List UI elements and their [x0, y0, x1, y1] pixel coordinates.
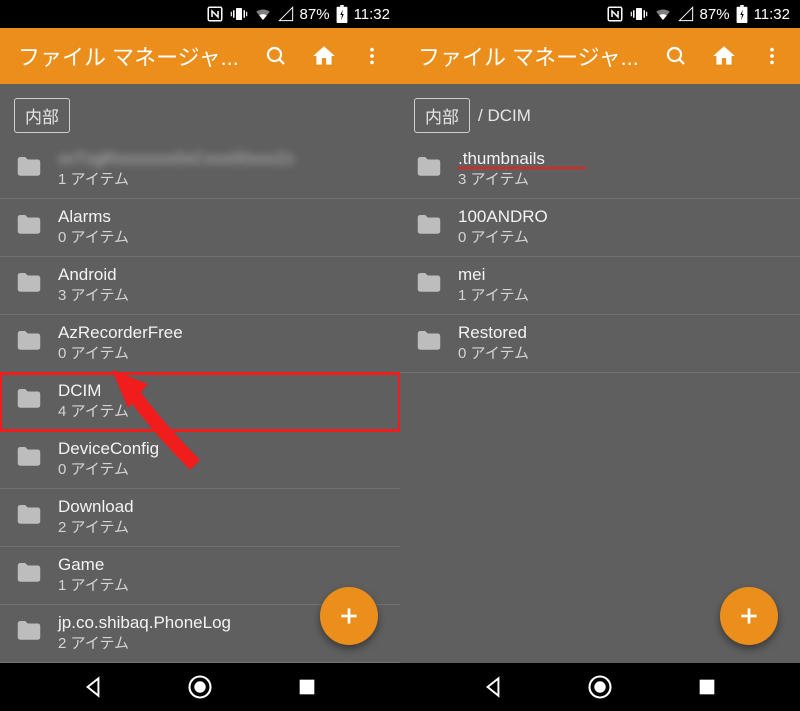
vibrate-icon: [630, 5, 648, 23]
clock-text: 11:32: [754, 6, 790, 23]
wifi-icon: [654, 5, 672, 23]
status-bar: 87% 11:32: [400, 0, 800, 28]
folder-icon: [14, 616, 44, 651]
status-bar: 87% 11:32: [0, 0, 400, 28]
underline-annotation: [458, 167, 586, 169]
nav-recent-icon[interactable]: [288, 668, 326, 706]
battery-text: 87%: [700, 6, 730, 23]
battery-charging-icon: [736, 5, 748, 23]
folder-icon: [414, 268, 444, 303]
folder-row[interactable]: Alarms0 アイテム: [0, 199, 400, 257]
folder-row[interactable]: .thumbnails3 アイテム: [400, 141, 800, 199]
folder-icon: [14, 442, 44, 477]
folder-subtitle: 0 アイテム: [58, 342, 386, 363]
app-bar: ファイル マネージャ...: [400, 28, 800, 84]
folder-row[interactable]: xxTxgRxxxxxxx0xCxxx00xxxZx1 アイテム: [0, 141, 400, 199]
folder-icon: [414, 210, 444, 245]
home-icon[interactable]: [304, 36, 344, 76]
nfc-icon: [606, 5, 624, 23]
nfc-icon: [206, 5, 224, 23]
folder-subtitle: 2 アイテム: [58, 516, 386, 537]
home-icon[interactable]: [704, 36, 744, 76]
breadcrumb: 内部: [0, 84, 400, 141]
fab-add[interactable]: [320, 587, 378, 645]
folder-row[interactable]: DeviceConfig0 アイテム: [0, 431, 400, 489]
nav-home-icon[interactable]: [581, 668, 619, 706]
folder-subtitle: 0 アイテム: [58, 458, 386, 479]
file-list[interactable]: .thumbnails3 アイテム100ANDRO0 アイテムmei1 アイテム…: [400, 141, 800, 663]
folder-name: DCIM: [58, 382, 386, 401]
fab-add[interactable]: [720, 587, 778, 645]
folder-subtitle: 0 アイテム: [58, 226, 386, 247]
app-title: ファイル マネージャ...: [418, 40, 648, 72]
clock-text: 11:32: [354, 6, 390, 23]
breadcrumb-path[interactable]: / DCIM: [478, 106, 531, 126]
search-icon[interactable]: [256, 36, 296, 76]
overflow-menu-icon[interactable]: [752, 36, 792, 76]
folder-subtitle: 0 アイテム: [458, 226, 786, 247]
signal-icon: [678, 6, 694, 22]
folder-name: 100ANDRO: [458, 208, 786, 227]
folder-subtitle: 4 アイテム: [58, 400, 386, 421]
folder-icon: [14, 558, 44, 593]
battery-text: 87%: [300, 6, 330, 23]
search-icon[interactable]: [656, 36, 696, 76]
folder-icon: [14, 210, 44, 245]
folder-subtitle: 3 アイテム: [58, 284, 386, 305]
folder-name: Restored: [458, 324, 786, 343]
folder-subtitle: 3 アイテム: [458, 168, 786, 189]
folder-subtitle: 1 アイテム: [58, 168, 386, 189]
screen-left: 87% 11:32 ファイル マネージャ... 内部 xxTxgRxxxxxxx…: [0, 0, 400, 711]
breadcrumb-root[interactable]: 内部: [14, 98, 70, 133]
folder-name: .thumbnails: [458, 150, 786, 169]
app-bar: ファイル マネージャ...: [0, 28, 400, 84]
nav-home-icon[interactable]: [181, 668, 219, 706]
folder-icon: [14, 384, 44, 419]
breadcrumb-root[interactable]: 内部: [414, 98, 470, 133]
folder-icon: [14, 268, 44, 303]
folder-icon: [14, 500, 44, 535]
folder-name: AzRecorderFree: [58, 324, 386, 343]
folder-row[interactable]: AzRecorderFree0 アイテム: [0, 315, 400, 373]
folder-icon: [414, 326, 444, 361]
folder-name: DeviceConfig: [58, 440, 386, 459]
folder-subtitle: 1 アイテム: [458, 284, 786, 305]
folder-name: Android: [58, 266, 386, 285]
file-list[interactable]: xxTxgRxxxxxxx0xCxxx00xxxZx1 アイテムAlarms0 …: [0, 141, 400, 663]
nav-bar: [0, 663, 400, 711]
overflow-menu-icon[interactable]: [352, 36, 392, 76]
folder-row[interactable]: Restored0 アイテム: [400, 315, 800, 373]
folder-icon: [414, 152, 444, 187]
battery-charging-icon: [336, 5, 348, 23]
nav-bar: [400, 663, 800, 711]
screen-right: 87% 11:32 ファイル マネージャ... 内部 / DCIM .thumb…: [400, 0, 800, 711]
folder-name: Alarms: [58, 208, 386, 227]
folder-icon: [14, 152, 44, 187]
folder-name: Download: [58, 498, 386, 517]
folder-subtitle: 0 アイテム: [458, 342, 786, 363]
wifi-icon: [254, 5, 272, 23]
vibrate-icon: [230, 5, 248, 23]
folder-row[interactable]: Download2 アイテム: [0, 489, 400, 547]
nav-back-icon[interactable]: [474, 668, 512, 706]
nav-back-icon[interactable]: [74, 668, 112, 706]
nav-recent-icon[interactable]: [688, 668, 726, 706]
folder-row[interactable]: mei1 アイテム: [400, 257, 800, 315]
folder-name: mei: [458, 266, 786, 285]
folder-icon: [14, 326, 44, 361]
folder-row[interactable]: DCIM4 アイテム: [0, 373, 400, 431]
breadcrumb: 内部 / DCIM: [400, 84, 800, 141]
folder-name: Game: [58, 556, 386, 575]
folder-row[interactable]: Android3 アイテム: [0, 257, 400, 315]
signal-icon: [278, 6, 294, 22]
folder-name: xxTxgRxxxxxxx0xCxxx00xxxZx: [58, 150, 386, 169]
folder-row[interactable]: 100ANDRO0 アイテム: [400, 199, 800, 257]
app-title: ファイル マネージャ...: [18, 40, 248, 72]
